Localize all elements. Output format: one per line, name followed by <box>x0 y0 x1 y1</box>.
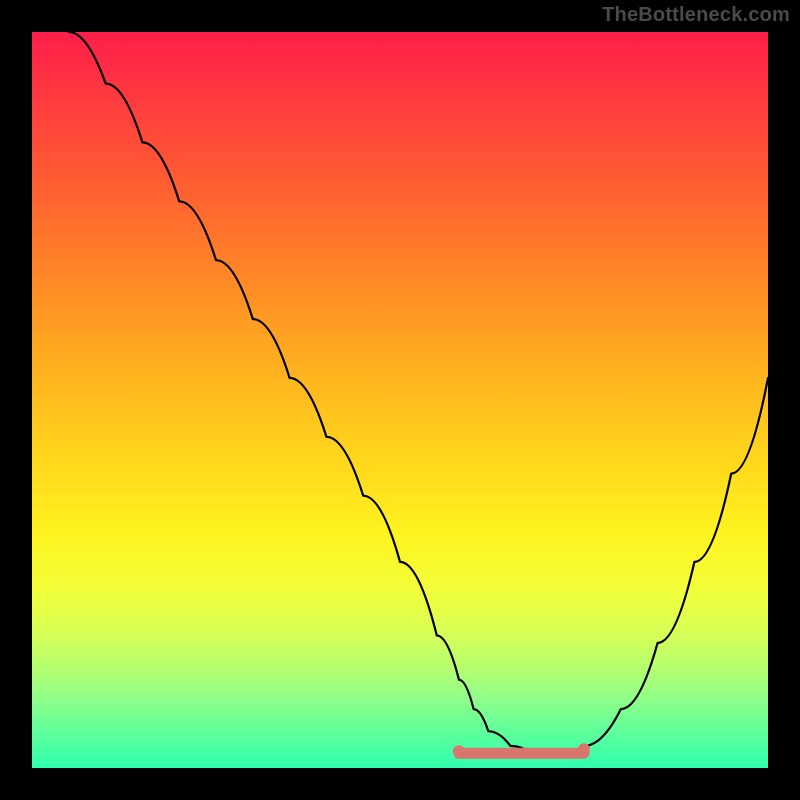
optimal-range-end-dot <box>578 743 590 755</box>
chart-frame: TheBottleneck.com <box>0 0 800 800</box>
bottleneck-curve <box>69 32 768 753</box>
optimal-range-start-dot <box>453 745 465 757</box>
curve-layer <box>32 32 768 768</box>
plot-area <box>32 32 768 768</box>
watermark-text: TheBottleneck.com <box>602 4 790 27</box>
